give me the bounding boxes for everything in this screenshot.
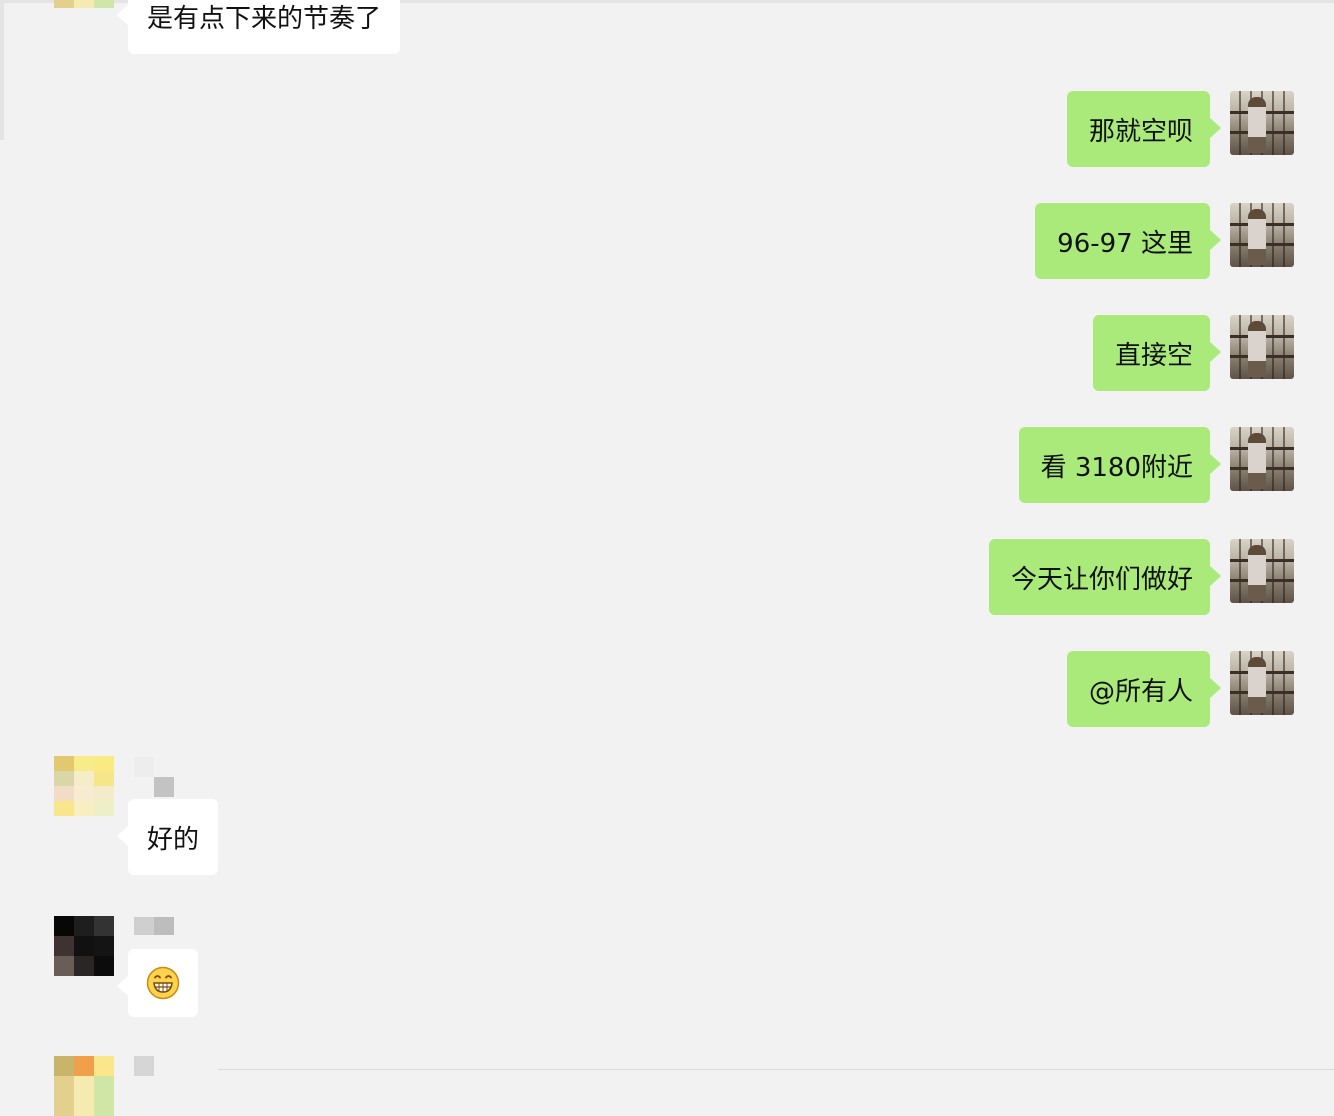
input-area-divider	[218, 1069, 1334, 1070]
message-text: 今天让你们做好	[1010, 564, 1193, 595]
message-bubble-incoming[interactable]: 是有点下来的节奏了	[116, 0, 401, 54]
message-text: 那就空呗	[1088, 116, 1193, 147]
sender-name-blurred	[134, 917, 174, 935]
message-text: 看 3180附近	[1040, 452, 1193, 483]
avatar-self[interactable]	[1230, 315, 1294, 379]
window-left-edge	[0, 0, 4, 140]
avatar-self[interactable]	[1230, 91, 1294, 155]
message-bubble-outgoing[interactable]: 那就空呗	[1066, 91, 1222, 167]
sender-name-blurred	[134, 1056, 154, 1076]
avatar-self[interactable]	[1230, 427, 1294, 491]
message-text: @所有人	[1088, 676, 1193, 707]
message-bubble-incoming[interactable]	[117, 949, 198, 1017]
avatar-blurred[interactable]	[54, 756, 114, 816]
message-bubble-outgoing[interactable]: 今天让你们做好	[988, 539, 1222, 615]
message-text: 直接空	[1114, 340, 1193, 371]
sender-name-blurred	[134, 757, 174, 797]
avatar-self[interactable]	[1230, 203, 1294, 267]
grinning-face-emoji	[146, 966, 180, 1000]
avatar-blurred[interactable]	[54, 1056, 114, 1116]
message-text: 96-97 这里	[1057, 228, 1193, 259]
message-bubble-outgoing[interactable]: 96-97 这里	[1035, 203, 1221, 279]
avatar-self[interactable]	[1230, 539, 1294, 603]
message-bubble-outgoing[interactable]: @所有人	[1066, 651, 1222, 727]
message-bubble-incoming[interactable]: 好的	[116, 799, 219, 875]
message-text: 是有点下来的节奏了	[147, 3, 382, 34]
message-text: 好的	[147, 824, 200, 855]
avatar-self[interactable]	[1230, 651, 1294, 715]
message-bubble-outgoing[interactable]: 直接空	[1092, 315, 1222, 391]
avatar-blurred[interactable]	[54, 916, 114, 976]
message-bubble-outgoing[interactable]: 看 3180附近	[1018, 427, 1222, 503]
avatar-blurred[interactable]	[54, 0, 114, 8]
